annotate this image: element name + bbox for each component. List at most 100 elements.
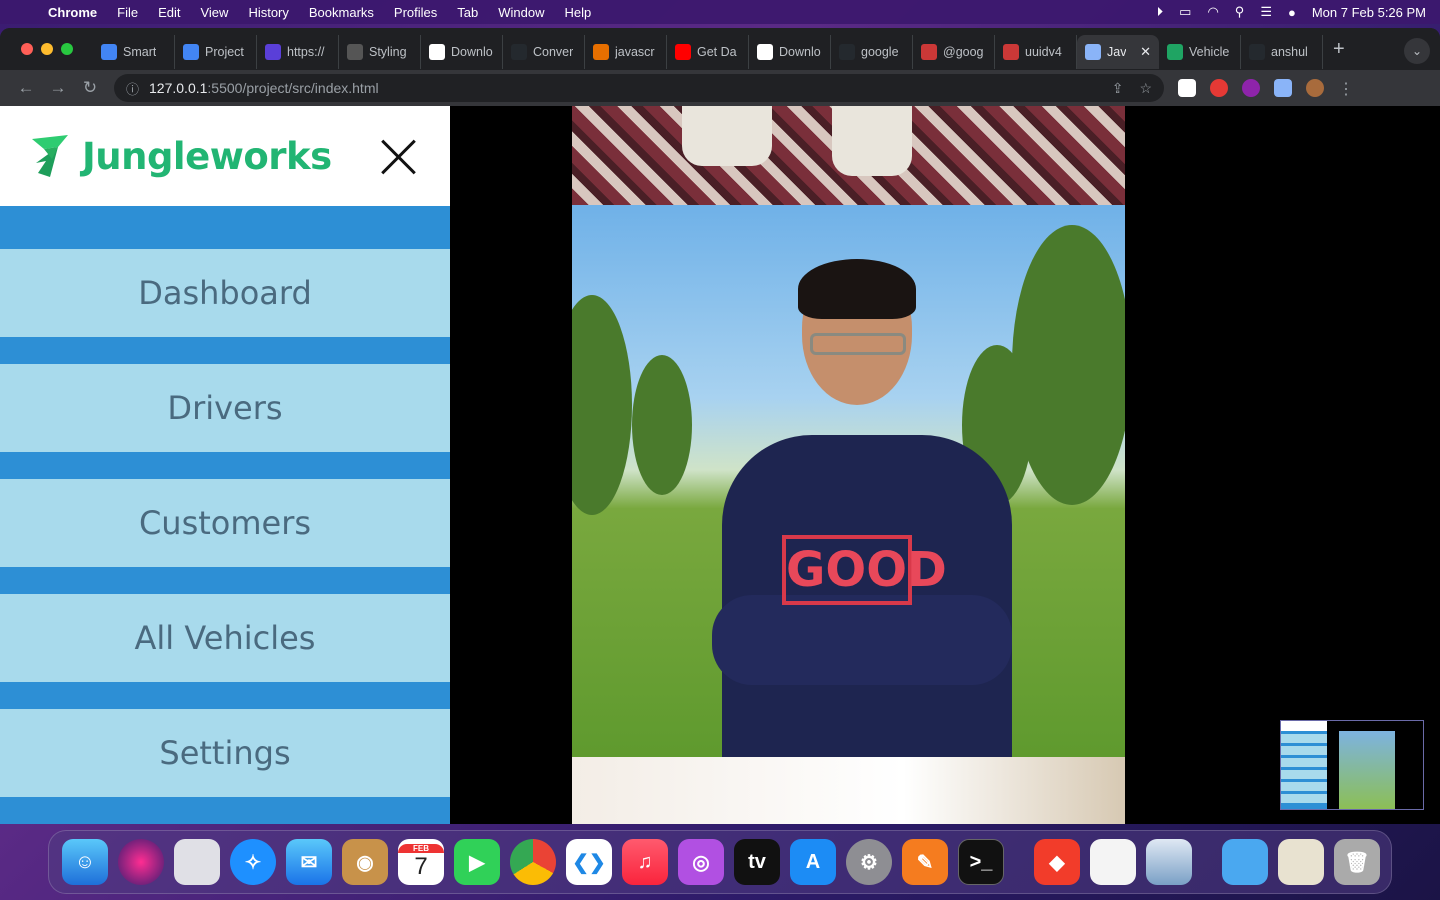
browser-tab[interactable]: Styling bbox=[339, 35, 421, 69]
browser-tab[interactable]: https:// bbox=[257, 35, 339, 69]
extension-icon[interactable] bbox=[1178, 79, 1196, 97]
battery-icon[interactable]: ▭ bbox=[1179, 4, 1191, 20]
address-bar[interactable]: ⓘ 127.0.0.1:5500/project/src/index.html … bbox=[114, 74, 1164, 102]
close-tab-icon[interactable]: ✕ bbox=[1140, 44, 1151, 60]
media-icon[interactable]: ⏵ bbox=[1157, 4, 1164, 20]
wifi-icon[interactable]: ◠ bbox=[1207, 4, 1218, 20]
app-store-icon[interactable]: A bbox=[790, 839, 836, 885]
share-icon[interactable]: ⇪ bbox=[1112, 80, 1124, 97]
tab-title: Smart bbox=[123, 45, 157, 59]
macos-menu-bar: Chrome File Edit View History Bookmarks … bbox=[0, 0, 1440, 24]
downloads-stack-icon[interactable] bbox=[1278, 839, 1324, 885]
bookmark-star-icon[interactable]: ☆ bbox=[1139, 80, 1152, 97]
menu-view[interactable]: View bbox=[200, 5, 228, 20]
browser-tab[interactable]: Get Da bbox=[667, 35, 749, 69]
new-tab-button[interactable]: + bbox=[1333, 38, 1345, 61]
siri-icon[interactable] bbox=[118, 839, 164, 885]
reload-button[interactable]: ↻ bbox=[74, 78, 106, 98]
tab-title: Styling bbox=[369, 45, 407, 59]
trash-icon[interactable]: 🗑 bbox=[1334, 839, 1380, 885]
zoom-window-button[interactable] bbox=[61, 43, 73, 55]
menu-tab[interactable]: Tab bbox=[457, 5, 478, 20]
browser-tab[interactable]: google bbox=[831, 35, 913, 69]
browser-tab[interactable]: Project bbox=[175, 35, 257, 69]
youtube-icon bbox=[675, 44, 691, 60]
tab-title: Jav bbox=[1107, 45, 1127, 59]
sidebar-item-all-vehicles[interactable]: All Vehicles bbox=[0, 594, 450, 682]
forward-button[interactable]: → bbox=[42, 78, 74, 98]
browser-tab[interactable]: @goog bbox=[913, 35, 995, 69]
search-icon[interactable]: ⚲ bbox=[1235, 4, 1245, 20]
extension-icon[interactable] bbox=[1242, 79, 1260, 97]
kebab-menu-icon[interactable]: ⋮ bbox=[1338, 79, 1354, 98]
clock[interactable]: Mon 7 Feb 5:26 PM bbox=[1312, 5, 1426, 20]
tab-title: https:// bbox=[287, 45, 325, 59]
menu-bookmarks[interactable]: Bookmarks bbox=[309, 5, 374, 20]
url-host: 127.0.0.1 bbox=[149, 80, 208, 96]
openai-icon bbox=[347, 44, 363, 60]
mail-icon[interactable]: ✉ bbox=[286, 839, 332, 885]
close-sidebar-button[interactable] bbox=[378, 136, 418, 176]
macos-dock: ☺ ✧ ✉ ◉ FEB 7 ▶ ❮❯ ♫ ◎ tv A ⚙ ✎ >_ ◆ 🗑 bbox=[48, 830, 1392, 894]
extension-icon[interactable] bbox=[1210, 79, 1228, 97]
browser-tab[interactable]: uuidv4 bbox=[995, 35, 1077, 69]
profile-photo: GOOD bbox=[572, 205, 1125, 757]
contacts-icon[interactable]: ◉ bbox=[342, 839, 388, 885]
sidebar-item-drivers[interactable]: Drivers bbox=[0, 364, 450, 452]
shirt-print: GOOD bbox=[782, 535, 947, 605]
sidebar-nav: Dashboard Drivers Customers All Vehicles… bbox=[0, 206, 450, 797]
back-button[interactable]: ← bbox=[10, 78, 42, 98]
browser-tab[interactable]: Conver bbox=[503, 35, 585, 69]
puzzle-icon[interactable] bbox=[1274, 79, 1292, 97]
avatar[interactable] bbox=[1306, 79, 1324, 97]
menu-history[interactable]: History bbox=[248, 5, 288, 20]
sidebar-item-dashboard[interactable]: Dashboard bbox=[0, 249, 450, 337]
browser-tab[interactable]: Vehicle bbox=[1159, 35, 1241, 69]
podcasts-icon[interactable]: ◎ bbox=[678, 839, 724, 885]
preview-icon[interactable] bbox=[1146, 839, 1192, 885]
calendar-month: FEB bbox=[398, 843, 444, 853]
tab-title: Vehicle bbox=[1189, 45, 1230, 59]
extensions-area: ⋮ bbox=[1178, 79, 1354, 98]
menu-profiles[interactable]: Profiles bbox=[394, 5, 437, 20]
facetime-icon[interactable]: ▶ bbox=[454, 839, 500, 885]
menu-edit[interactable]: Edit bbox=[158, 5, 180, 20]
menu-window[interactable]: Window bbox=[498, 5, 544, 20]
browser-tab[interactable]: anshul bbox=[1241, 35, 1323, 69]
browser-tab[interactable]: Smart bbox=[93, 35, 175, 69]
site-info-icon[interactable]: ⓘ bbox=[126, 79, 139, 98]
page-viewport: Jungleworks Dashboard Drivers Customers … bbox=[0, 106, 1440, 824]
minimize-window-button[interactable] bbox=[41, 43, 53, 55]
browser-tab[interactable]: Downlo bbox=[421, 35, 503, 69]
anydesk-icon[interactable]: ◆ bbox=[1034, 839, 1080, 885]
sidebar-item-customers[interactable]: Customers bbox=[0, 479, 450, 567]
vscode-icon[interactable]: ❮❯ bbox=[566, 839, 612, 885]
music-icon[interactable]: ♫ bbox=[622, 839, 668, 885]
tab-title: javascr bbox=[615, 45, 655, 59]
browser-tab[interactable]: Downlo bbox=[749, 35, 831, 69]
tab-search-button[interactable]: ⌄ bbox=[1404, 38, 1430, 64]
menu-help[interactable]: Help bbox=[565, 5, 592, 20]
finder-icon[interactable]: ☺ bbox=[62, 839, 108, 885]
applications-folder-icon[interactable] bbox=[1222, 839, 1268, 885]
siri-icon[interactable]: ● bbox=[1288, 5, 1296, 20]
browser-tab[interactable]: Jav ✕ bbox=[1077, 35, 1159, 69]
sidebar-item-settings[interactable]: Settings bbox=[0, 709, 450, 797]
safari-icon[interactable]: ✧ bbox=[230, 839, 276, 885]
control-center-icon[interactable]: ☰ bbox=[1260, 4, 1272, 20]
screenshot-thumbnail[interactable] bbox=[1280, 720, 1424, 810]
launchpad-icon[interactable] bbox=[174, 839, 220, 885]
apple-tv-icon[interactable]: tv bbox=[734, 839, 780, 885]
menu-file[interactable]: File bbox=[117, 5, 138, 20]
calendar-icon[interactable]: FEB 7 bbox=[398, 839, 444, 885]
chrome-icon[interactable] bbox=[510, 839, 556, 885]
pen-app-icon[interactable]: ✎ bbox=[902, 839, 948, 885]
document-icon[interactable] bbox=[1090, 839, 1136, 885]
menu-app-name[interactable]: Chrome bbox=[48, 5, 97, 20]
browser-window: Smart Project https:// Styling Downlo Conver j… bbox=[0, 28, 1440, 824]
close-window-button[interactable] bbox=[21, 43, 33, 55]
system-preferences-icon[interactable]: ⚙ bbox=[846, 839, 892, 885]
terminal-icon[interactable]: >_ bbox=[958, 839, 1004, 885]
window-controls bbox=[0, 43, 85, 55]
browser-tab[interactable]: javascr bbox=[585, 35, 667, 69]
